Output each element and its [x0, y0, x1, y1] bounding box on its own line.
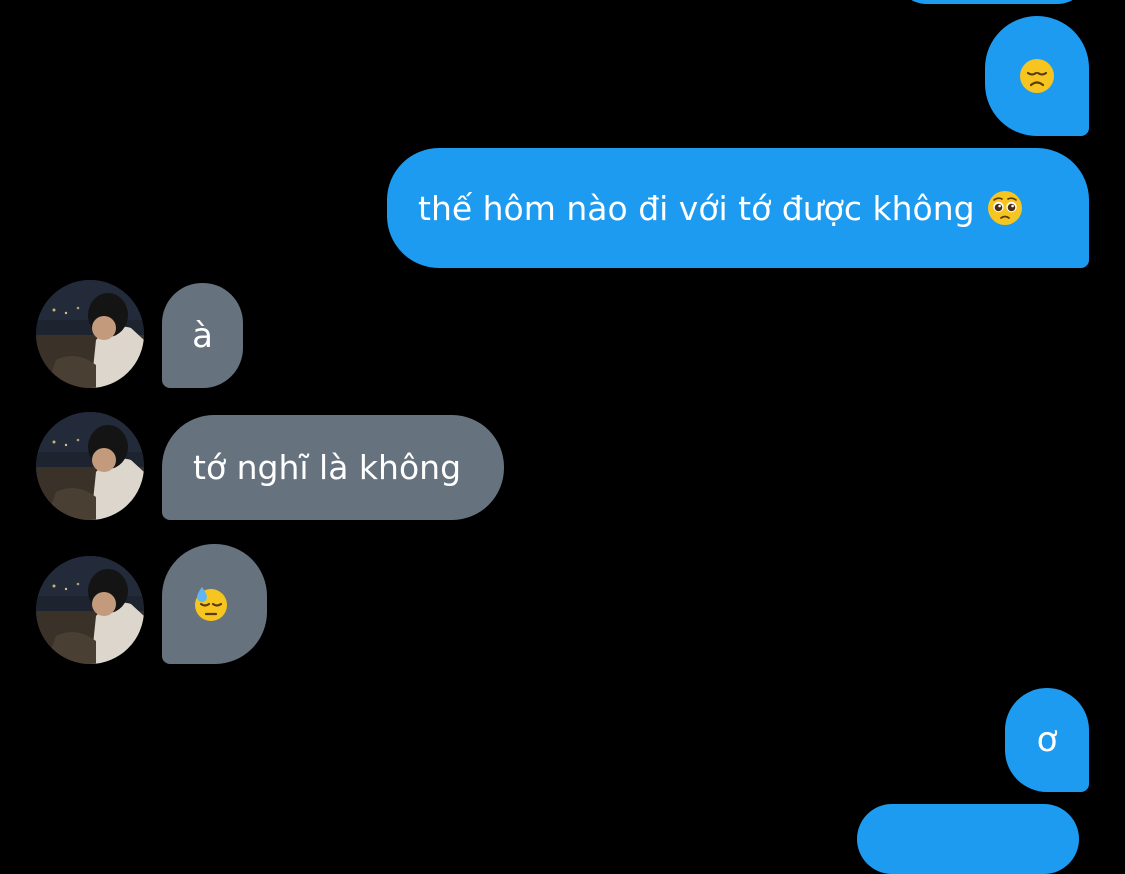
pleading-face-icon — [987, 190, 1023, 226]
message-text: à — [192, 315, 213, 356]
contact-avatar[interactable] — [36, 412, 144, 520]
message-bubble-sent[interactable] — [985, 16, 1089, 136]
downcast-sweat-face-icon — [193, 586, 229, 622]
message-bubble-partial-bottom[interactable] — [857, 804, 1079, 874]
message-bubble-received[interactable]: tớ nghĩ là không — [162, 415, 504, 520]
message-text: ơ — [1036, 720, 1058, 760]
message-bubble-received[interactable]: à — [162, 283, 243, 388]
message-text: tớ nghĩ là không — [193, 448, 462, 487]
contact-avatar[interactable] — [36, 556, 144, 664]
message-bubble-sent[interactable]: ơ — [1005, 688, 1089, 792]
message-bubble-partial-top[interactable] — [895, 0, 1089, 4]
disappointed-face-icon — [1019, 58, 1055, 94]
message-text: thế hôm nào đi với tớ được không — [418, 188, 975, 228]
message-bubble-sent[interactable]: thế hôm nào đi với tớ được không — [387, 148, 1089, 268]
message-bubble-received[interactable] — [162, 544, 267, 664]
contact-avatar[interactable] — [36, 280, 144, 388]
